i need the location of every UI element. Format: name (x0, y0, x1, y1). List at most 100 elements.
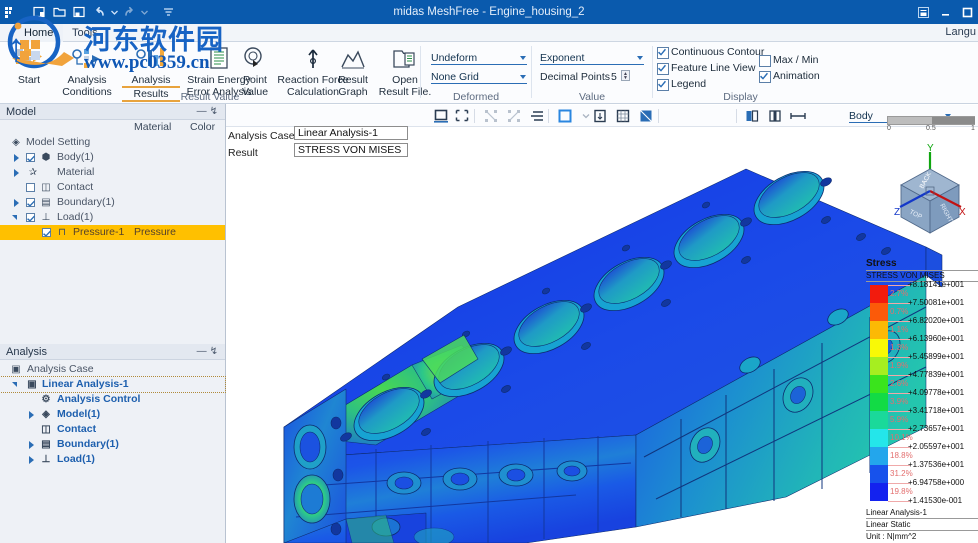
ribbon-button-result-graph[interactable]: Result Graph (330, 44, 376, 98)
tree-row-analysis-control[interactable]: ⚙ Analysis Control (0, 392, 225, 407)
legend-value: +2.05597e+001 (908, 442, 965, 451)
legend-tick-line (888, 429, 910, 430)
tree-checkbox[interactable] (26, 213, 35, 222)
animation-slider-fill-left (888, 117, 932, 124)
legend-percentage: 1.3% (890, 343, 909, 352)
pin-icon[interactable]: ↯ (210, 346, 221, 357)
analysis-panel-header-buttons[interactable]: —↯ (197, 344, 221, 360)
ribbon-group-label-value: Value (578, 91, 606, 103)
ribbon-button-analysis-conditions[interactable]: Analysis Conditions (56, 44, 118, 98)
pin-icon[interactable]: ↯ (210, 106, 221, 117)
chevron-down-icon[interactable] (12, 382, 17, 387)
tree-row-material[interactable]: ✰ Material (0, 165, 225, 180)
analysis-conditions-icon (56, 44, 118, 74)
chevron-down-icon[interactable] (637, 56, 643, 60)
decimal-points-stepper[interactable]: ▲ ▼ (621, 70, 630, 81)
restore-down-icon[interactable] (917, 6, 930, 19)
tree-label: Model Setting (26, 136, 91, 148)
tree-checkbox[interactable] (26, 198, 35, 207)
chevron-right-icon[interactable] (29, 411, 34, 419)
legend-percentage: 2.6% (890, 379, 909, 388)
tree-row-model-setting[interactable]: ◈ Model Setting (0, 135, 225, 150)
view-cube[interactable]: Y X Z BACK TOP RIGHT (893, 143, 967, 247)
checkbox-legend[interactable]: Legend (657, 78, 706, 91)
tree-checkbox[interactable] (26, 183, 35, 192)
minimize-icon[interactable] (939, 6, 952, 19)
tab-tools[interactable]: Tools (62, 24, 108, 42)
animation-tick-mid: 0.5 (926, 125, 936, 132)
stepper-down-icon[interactable]: ▼ (623, 75, 628, 80)
legend-swatch (870, 393, 888, 411)
select-rectangle-icon[interactable] (433, 108, 449, 124)
tree-row-linear-analysis-1[interactable]: ▣ Linear Analysis-1 (0, 376, 226, 393)
iso-view-icon[interactable] (615, 108, 631, 124)
legend-value: +2.73657e+001 (908, 424, 965, 433)
tree-row-pressure-1[interactable]: ⊓ Pressure-1 Pressure (0, 225, 225, 240)
chevron-right-icon[interactable] (14, 154, 19, 162)
chevron-right-icon[interactable] (29, 441, 34, 449)
ribbon-button-start-label: Start (17, 74, 41, 86)
tree-row-model[interactable]: ◈ Model(1) (0, 407, 225, 422)
axis-label-y: Y (927, 143, 934, 154)
measure-distance-icon[interactable] (790, 108, 806, 124)
tree-row-contact[interactable]: ◫ Contact (0, 422, 225, 437)
chevron-down-icon[interactable] (520, 56, 526, 60)
model-panel-title: Model (6, 106, 36, 118)
front-view-icon[interactable] (592, 108, 608, 124)
select-element-icon (506, 108, 522, 124)
legend-tick-line (888, 357, 910, 358)
checkbox-animation[interactable]: Animation (759, 70, 820, 83)
toolbar-divider-3 (658, 109, 659, 123)
load-icon: ⊥ (41, 454, 51, 465)
tree-row-contact[interactable]: ◫ Contact (0, 180, 225, 195)
tree-row-load[interactable]: ⊥ Load(1) (0, 452, 225, 467)
tree-row-analysis-case[interactable]: ▣ Analysis Case (0, 362, 225, 377)
tree-row-body[interactable]: ⬢ Body(1) (0, 150, 225, 165)
display-mode-icon[interactable] (557, 108, 573, 124)
legend-value: +5.45899e+001 (908, 352, 965, 361)
shaded-view-icon[interactable] (638, 108, 654, 124)
tab-home[interactable]: Home (14, 24, 64, 42)
animation-slider[interactable]: 0 0.5 1 (887, 113, 975, 137)
tree-row-load[interactable]: ⊥ Load(1) (0, 210, 225, 225)
tree-checkbox[interactable] (42, 228, 51, 237)
legend-swatch (870, 285, 888, 303)
checkbox-max-min[interactable]: Max / Min (759, 54, 819, 67)
select-list-icon[interactable] (529, 108, 545, 124)
deform-combo[interactable]: Undeform (431, 52, 527, 65)
checkbox-continuous-contour[interactable]: Continuous Contour (657, 46, 764, 59)
animation-slider-fill-right (932, 117, 975, 124)
maximize-icon[interactable] (961, 6, 974, 19)
model-panel-header-buttons[interactable]: —↯ (197, 104, 221, 120)
notation-combo[interactable]: Exponent (540, 52, 644, 65)
ribbon-button-result-graph-l1: Result (338, 74, 368, 86)
section-view-icon[interactable] (767, 108, 783, 124)
collapse-icon[interactable]: — (197, 106, 210, 117)
chevron-right-icon[interactable] (14, 199, 19, 207)
legend-footer-case: Linear Analysis-1 (866, 508, 927, 517)
ribbon-button-point-value[interactable]: Point Value (232, 44, 278, 98)
legend-tick-line (888, 321, 910, 322)
chevron-right-icon[interactable] (29, 456, 34, 464)
tree-row-boundary[interactable]: ▤ Boundary(1) (0, 437, 225, 452)
animation-slider-track[interactable] (887, 116, 975, 125)
chevron-right-icon[interactable] (14, 169, 19, 177)
language-label[interactable]: Langu (945, 26, 976, 38)
chevron-down-icon[interactable] (520, 75, 526, 79)
tree-checkbox[interactable] (26, 153, 35, 162)
legend-rule-4 (866, 530, 978, 531)
legend-value: +3.41718e+001 (908, 406, 965, 415)
collapse-icon[interactable]: — (197, 346, 210, 357)
window-controls[interactable] (917, 0, 974, 24)
model-panel-header: Model —↯ (0, 104, 225, 120)
legend-swatch (870, 429, 888, 447)
select-polygon-icon[interactable] (454, 108, 470, 124)
legend-tick-line (888, 303, 910, 304)
clip-plane-icon[interactable] (744, 108, 760, 124)
tree-row-boundary[interactable]: ▤ Boundary(1) (0, 195, 225, 210)
chevron-down-icon[interactable] (12, 215, 17, 220)
ribbon-button-start[interactable]: Start (6, 44, 52, 86)
grid-combo[interactable]: None Grid (431, 71, 527, 84)
checkbox-feature-line-view[interactable]: Feature Line View (657, 62, 755, 75)
tree-label: Linear Analysis-1 (42, 378, 129, 390)
